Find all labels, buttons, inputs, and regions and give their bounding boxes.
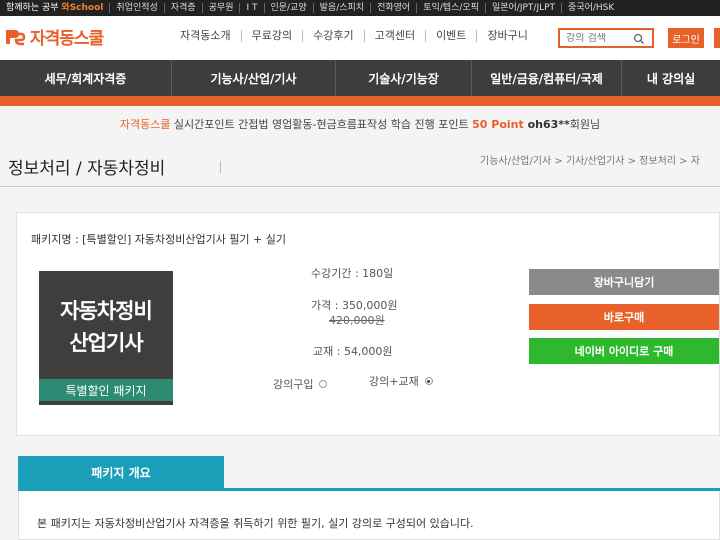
nav-free-lectures[interactable]: 무료강의 [242,30,304,42]
header-extra-button[interactable] [714,28,720,48]
top-link-phone-english[interactable]: 전화영어 [371,3,418,13]
nav-customer-center[interactable]: 고객센터 [365,30,427,42]
notice-point: 50 Point [472,118,524,131]
top-utility-bar: 함께하는 공부 와School 취업인적성 자격증 공무원 I T 인문/교양 … [0,0,720,16]
textbook-price: 교재 : 54,000원 [313,345,393,358]
nav-events[interactable]: 이벤트 [426,30,478,42]
package-name: 패키지명 : [특별할인] 자동차정비산업기사 필기 + 실기 [31,233,287,246]
original-price: 420,000원 [329,314,385,327]
top-link-japanese[interactable]: 일본어/JPT/JLPT [486,3,563,13]
site-header: 자격동스쿨 자격동소개 무료강의 수강후기 고객센터 이벤트 장바구니 로그인 [0,16,720,60]
tab-package-overview[interactable]: 패키지 개요 [18,456,224,488]
course-price: 가격 : 350,000원 [311,299,398,312]
search-icon[interactable] [632,31,646,45]
top-brand-name: 와School [61,3,104,13]
option-lecture-label: 강의구입 [273,378,314,391]
thumbnail-badge: 특별할인 패키지 [39,379,173,401]
header-nav: 자격동소개 무료강의 수강후기 고객센터 이벤트 장바구니 [170,30,538,42]
option-lecture-radio[interactable] [319,380,328,388]
category-general-finance[interactable]: 일반/금융/컴퓨터/국제 [472,60,622,96]
nav-about[interactable]: 자격동소개 [170,30,242,42]
site-logo[interactable]: 자격동스쿨 [4,24,104,49]
breadcrumb[interactable]: 기능사/산업/기사 > 기사/산업기사 > 정보처리 > 자 [480,152,700,167]
overview-content-box: 본 패키지는 자동차정비산업기사 자격증을 취득하기 위한 필기, 실기 강의로… [18,491,720,540]
option-lecture-textbook[interactable]: 강의+교재 [369,373,433,389]
package-thumbnail: 자동차정비 산업기사 특별할인 패키지 [39,271,173,405]
top-brand-prefix: 함께하는 공부 [6,3,59,13]
notice-brand: 자격동스쿨 [119,118,171,131]
buy-now-button[interactable]: 바로구매 [529,304,719,330]
top-link-chinese[interactable]: 중국어/HSK [562,3,620,13]
nav-reviews[interactable]: 수강후기 [303,30,365,42]
option-lecture-textbook-label: 강의+교재 [369,375,419,388]
search-input[interactable] [560,32,632,44]
notice-suffix: 회원님 [569,118,601,131]
nav-cart[interactable]: 장바구니 [477,30,537,42]
course-period: 수강기간 : 180일 [311,267,394,280]
top-link-it[interactable]: I T [240,3,265,13]
category-professional-engineer[interactable]: 기술사/기능장 [336,60,472,96]
login-button[interactable]: 로그인 [668,28,704,48]
add-to-cart-button[interactable]: 장바구니담기 [529,269,719,295]
logo-text: 자격동스쿨 [30,29,104,49]
top-link-speech[interactable]: 발음/스피치 [314,3,372,13]
category-craftsman-engineer[interactable]: 기능사/산업/기사 [172,60,336,96]
top-link-jobs[interactable]: 취업인적성 [110,3,165,13]
naver-purchase-button[interactable]: 네이버 아이디로 구매 [529,338,719,364]
title-divider [220,161,221,173]
top-link-humanities[interactable]: 인문/교양 [265,3,314,13]
accent-bar [0,96,720,106]
logo-mark-icon [4,27,26,47]
top-link-toeic[interactable]: 토익/텝스/오픽 [417,3,486,13]
top-link-civil-service[interactable]: 공무원 [203,3,241,13]
package-detail-box: 패키지명 : [특별할인] 자동차정비산업기사 필기 + 실기 자동차정비 산업… [16,212,720,436]
overview-text: 본 패키지는 자동차정비산업기사 자격증을 취득하기 위한 필기, 실기 강의로… [37,517,474,530]
top-brand[interactable]: 함께하는 공부 와School [0,3,111,13]
page-title: 정보처리 / 자동차정비 [8,159,166,179]
notice-text: 실시간포인트 간접법 영업활동-현금흐름표작성 학습 진행 포인트 [170,118,473,131]
category-my-classroom[interactable]: 내 강의실 [622,60,720,96]
thumbnail-title-line1: 자동차정비 [60,299,153,323]
realtime-point-notice: 자격동스쿨 실시간포인트 간접법 영업활동-현금흐름표작성 학습 진행 포인트 … [0,116,720,132]
thumbnail-title-line2: 산업기사 [69,331,143,355]
option-lecture[interactable]: 강의구입 [273,376,328,392]
notice-user: oh63** [523,118,570,131]
main-category-nav: 세무/회계자격증 기능사/산업/기사 기술사/기능장 일반/금융/컴퓨터/국제 … [0,60,720,96]
title-rule [0,186,720,187]
top-link-certificate[interactable]: 자격증 [165,3,203,13]
search-box [558,28,654,48]
category-tax-accounting[interactable]: 세무/회계자격증 [0,60,172,96]
option-lecture-textbook-radio[interactable] [424,377,433,385]
